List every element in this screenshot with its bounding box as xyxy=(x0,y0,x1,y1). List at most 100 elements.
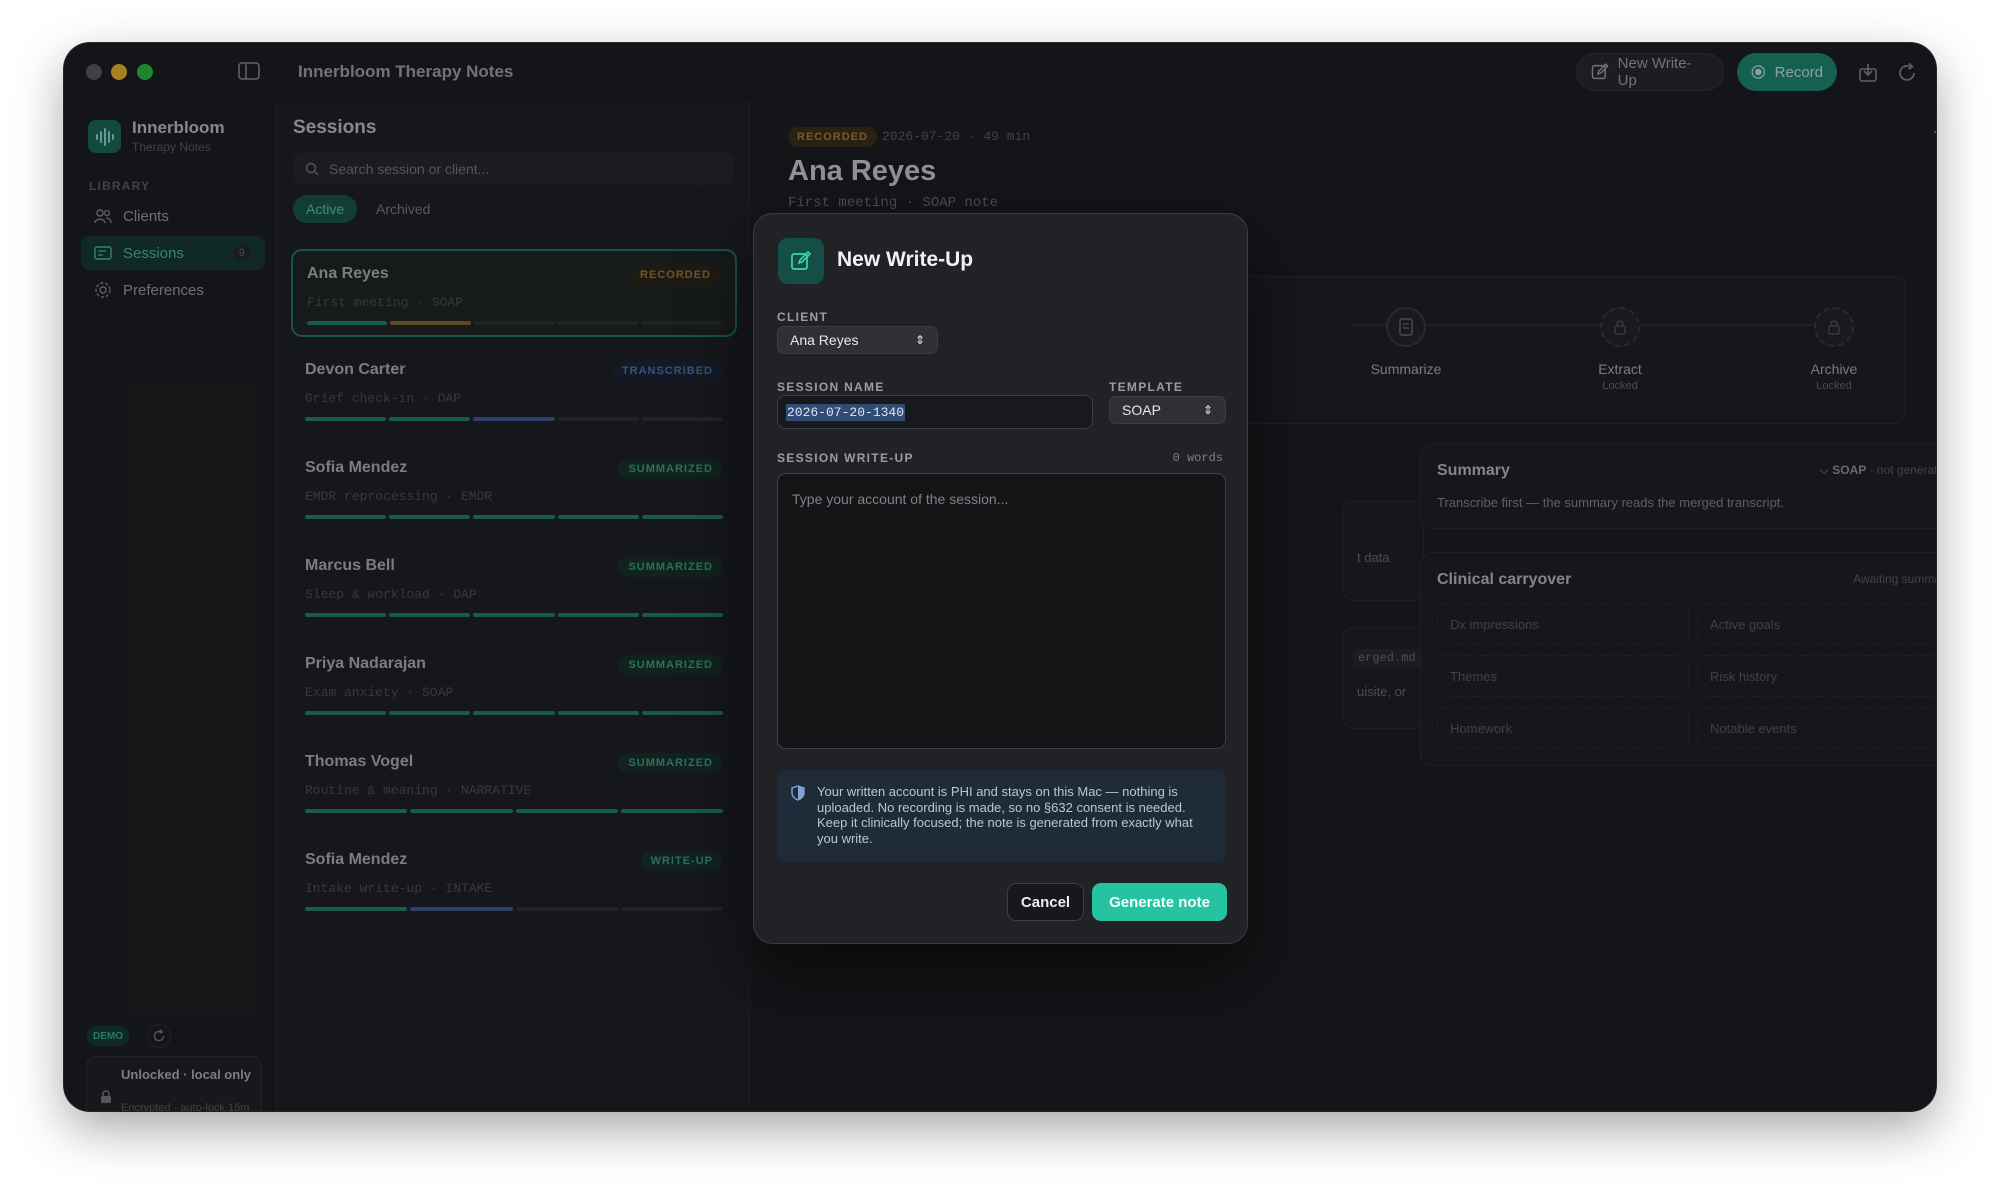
summarize-step-icon xyxy=(1386,307,1426,347)
vault-status-title: Unlocked · local only xyxy=(121,1067,252,1082)
progress-segment xyxy=(515,809,618,813)
summary-template[interactable]: SOAP xyxy=(1832,463,1866,477)
session-card-subtitle: Exam anxiety · SOAP xyxy=(305,685,454,700)
word-count: 0 words xyxy=(1172,451,1223,465)
progress-segment xyxy=(473,515,555,519)
export-icon[interactable] xyxy=(1857,62,1879,84)
edit-icon xyxy=(1591,63,1609,80)
progress-segment xyxy=(473,613,555,617)
sidebar-item-sessions[interactable]: Sessions 9 xyxy=(81,236,265,270)
cancel-button[interactable]: Cancel xyxy=(1007,883,1084,921)
progress-segment xyxy=(473,321,555,325)
filter-archived[interactable]: Archived xyxy=(363,195,443,223)
divider xyxy=(277,237,749,238)
edit-icon xyxy=(778,238,824,284)
demo-badge: DEMO xyxy=(87,1026,129,1046)
chevron-down-icon[interactable]: ⌵ xyxy=(1820,463,1829,477)
reset-demo-icon[interactable] xyxy=(147,1024,171,1048)
progress-segment xyxy=(620,809,723,813)
status-badge: RECORDED xyxy=(630,265,721,285)
template-select-value: SOAP xyxy=(1122,402,1161,418)
progress-segment xyxy=(620,907,723,911)
writeup-textarea[interactable]: Type your account of the session... xyxy=(777,473,1226,749)
brand-logo xyxy=(88,120,121,153)
status-badge: RECORDED xyxy=(788,127,877,147)
client-select[interactable]: Ana Reyes ⇕ xyxy=(777,326,938,354)
lock-icon xyxy=(101,1090,111,1103)
step-summarize[interactable]: Summarize xyxy=(1346,307,1466,377)
sidebar: Innerbloom Therapy Notes LIBRARY Clients… xyxy=(64,101,274,1111)
session-meta: 2026-07-20 · 49 min xyxy=(882,129,1031,144)
client-name-heading: Ana Reyes xyxy=(788,155,937,187)
zoom-window-button[interactable] xyxy=(137,64,153,80)
refresh-icon[interactable] xyxy=(1896,62,1918,84)
pipeline-progress xyxy=(307,321,722,325)
step-label: Archive xyxy=(1810,361,1858,377)
summary-status: ⌵ SOAP · not generated xyxy=(1820,463,1936,478)
pipeline-progress xyxy=(305,417,724,421)
file-chip: erged.md xyxy=(1353,649,1421,667)
generate-note-button[interactable]: Generate note xyxy=(1092,883,1227,921)
record-label: Record xyxy=(1774,63,1823,81)
progress-segment xyxy=(389,613,471,617)
progress-segment xyxy=(557,711,639,715)
clinical-carryover-panel: Clinical carryover Awaiting summary Dx i… xyxy=(1420,552,1936,766)
progress-segment xyxy=(307,321,388,325)
session-card[interactable]: Thomas Vogel Routine & meaning · NARRATIV… xyxy=(291,739,737,827)
progress-segment xyxy=(305,515,387,519)
pipeline-progress xyxy=(305,515,724,519)
writeup-label: SESSION WRITE-UP xyxy=(777,451,914,465)
brand-subtitle: Therapy Notes xyxy=(132,140,211,154)
sidebar-toggle-icon[interactable] xyxy=(238,62,260,80)
template-select[interactable]: SOAP ⇕ xyxy=(1109,396,1226,424)
progress-segment xyxy=(305,907,408,911)
search-input[interactable] xyxy=(329,161,709,177)
sidebar-item-preferences[interactable]: Preferences xyxy=(81,273,265,307)
pipeline-progress xyxy=(305,613,724,617)
progress-segment xyxy=(390,321,471,325)
session-name-field[interactable]: 2026-07-20-1340 xyxy=(777,395,1093,429)
step-archive[interactable]: Archive Locked xyxy=(1774,307,1894,392)
carryover-chip: Dx impressions xyxy=(1437,603,1689,645)
session-card-client: Sofia Mendez xyxy=(305,459,408,476)
session-card[interactable]: Priya Nadarajan Exam anxiety · SOAP SUMMAR… xyxy=(291,641,737,729)
session-card[interactable]: Sofia Mendez EMDR reprocessing · EMDR SUMM… xyxy=(291,445,737,533)
carryover-state: Awaiting summary xyxy=(1853,572,1936,586)
session-card[interactable]: Devon Carter Grief check-in · DAP TRANSCRI… xyxy=(291,347,737,435)
summary-text: Transcribe first — the summary reads the… xyxy=(1437,495,1785,510)
sessions-count-badge: 9 xyxy=(232,246,251,260)
new-writeup-button[interactable]: New Write-Up xyxy=(1576,53,1724,91)
sidebar-item-clients[interactable]: Clients xyxy=(81,199,265,233)
status-badge: SUMMARIZED xyxy=(618,557,723,577)
search-box[interactable] xyxy=(293,153,733,185)
updown-chevron-icon: ⇕ xyxy=(914,333,925,347)
summary-state: · not generated xyxy=(1869,463,1936,477)
step-label: Extract xyxy=(1598,361,1642,377)
session-card-client: Priya Nadarajan xyxy=(305,655,426,672)
minimize-window-button[interactable] xyxy=(111,64,127,80)
vault-status-card[interactable]: Unlocked · local only Encrypted · auto-l… xyxy=(86,1056,262,1111)
progress-segment xyxy=(557,515,639,519)
more-options-icon[interactable]: ··· xyxy=(1932,121,1936,142)
progress-segment xyxy=(473,711,555,715)
step-extract[interactable]: Extract Locked xyxy=(1560,307,1680,392)
step-lock-text: Locked xyxy=(1602,380,1638,392)
record-button[interactable]: Record xyxy=(1737,53,1837,91)
template-label: TEMPLATE xyxy=(1109,380,1184,394)
session-card[interactable]: Ana Reyes First meeting · SOAP RECORDED xyxy=(291,249,737,337)
progress-segment xyxy=(305,809,408,813)
close-window-button[interactable] xyxy=(86,64,102,80)
carryover-chip: Active goals xyxy=(1697,603,1936,645)
waveform-icon xyxy=(95,127,114,146)
session-card[interactable]: Sofia Mendez Intake write-up · INTAKE WRIT… xyxy=(291,837,737,925)
filter-active[interactable]: Active xyxy=(293,195,358,223)
session-card[interactable]: Marcus Bell Sleep & workload · DAP SUMMARI… xyxy=(291,543,737,631)
progress-segment xyxy=(641,711,724,715)
lock-icon xyxy=(1600,307,1640,347)
carryover-chip: Risk history xyxy=(1697,655,1936,697)
status-badge: SUMMARIZED xyxy=(618,655,723,675)
progress-segment xyxy=(410,809,513,813)
session-card-subtitle: EMDR reprocessing · EMDR xyxy=(305,489,493,504)
progress-segment xyxy=(557,613,639,617)
progress-segment xyxy=(305,417,387,421)
